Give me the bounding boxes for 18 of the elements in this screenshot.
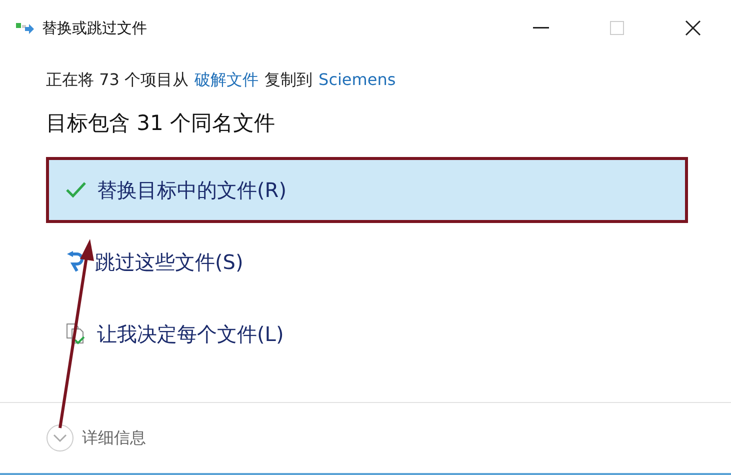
conflict-heading: 目标包含 31 个同名文件: [46, 110, 276, 137]
copy-status-text: 复制到: [264, 70, 313, 91]
option-button[interactable]: 让我决定每个文件(L): [46, 301, 688, 367]
copy-file-icon: [16, 21, 34, 35]
maximize-icon: [610, 21, 624, 35]
details-toggle[interactable]: 详细信息: [46, 424, 146, 452]
chevron-down-icon: [46, 424, 74, 452]
checkmark-icon: [65, 181, 87, 199]
option-button[interactable]: 跳过这些文件(S): [46, 229, 688, 295]
window-title: 替换或跳过文件: [42, 18, 148, 38]
minimize-icon: [533, 27, 549, 29]
source-folder-link[interactable]: 破解文件: [194, 70, 259, 91]
option-button[interactable]: 替换目标中的文件(R): [46, 157, 688, 223]
copy-status-text: 正在将 73 个项目从: [46, 70, 189, 91]
files-check-icon: [65, 322, 87, 346]
destination-folder-link[interactable]: Sciemens: [318, 70, 396, 91]
undo-arrow-icon: [65, 251, 85, 273]
close-icon: [685, 20, 701, 36]
